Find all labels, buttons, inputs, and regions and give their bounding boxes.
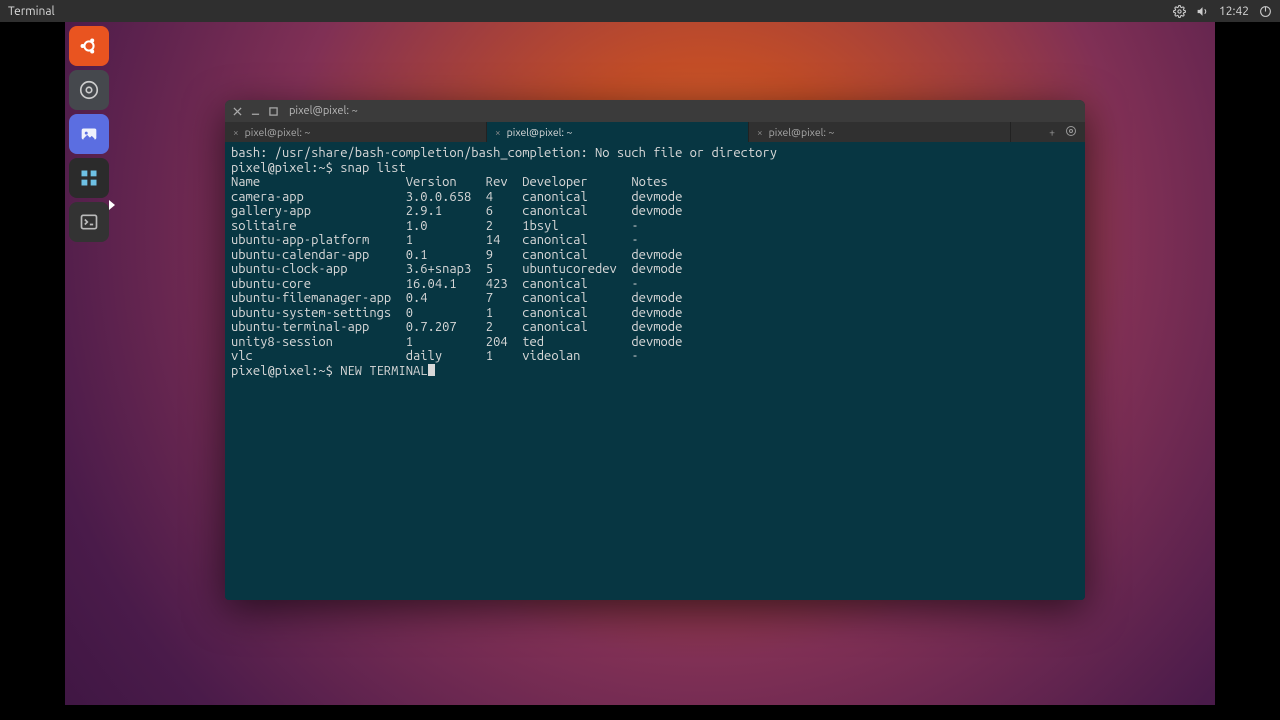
tab-close-icon[interactable]: ×: [233, 127, 239, 138]
launcher-terminal-icon[interactable]: [69, 202, 109, 242]
launcher-tiles-icon[interactable]: [69, 158, 109, 198]
window-title: pixel@pixel: ~: [289, 105, 358, 117]
terminal-tab-2[interactable]: × pixel@pixel: ~: [749, 122, 1011, 142]
window-titlebar[interactable]: pixel@pixel: ~: [225, 100, 1085, 122]
window-maximize-button[interactable]: [267, 105, 279, 117]
terminal-tab-0[interactable]: × pixel@pixel: ~: [225, 122, 487, 142]
tab-close-icon[interactable]: ×: [495, 127, 501, 138]
launcher-settings-icon[interactable]: [69, 70, 109, 110]
panel-app-name: Terminal: [8, 5, 55, 18]
letterbox-right: [1215, 22, 1280, 720]
launcher-ubuntu-icon[interactable]: [69, 26, 109, 66]
top-panel: Terminal 12:42: [0, 0, 1280, 22]
terminal-tabbar: × pixel@pixel: ~ × pixel@pixel: ~ × pixe…: [225, 122, 1085, 142]
tab-label: pixel@pixel: ~: [507, 126, 573, 138]
window-close-button[interactable]: [231, 105, 243, 117]
launcher-gallery-icon[interactable]: [69, 114, 109, 154]
settings-gear-icon[interactable]: [1173, 5, 1186, 18]
letterbox-bottom: [0, 705, 1280, 720]
tab-label: pixel@pixel: ~: [245, 126, 311, 138]
terminal-cursor: [428, 364, 435, 376]
volume-icon[interactable]: [1196, 5, 1209, 18]
tab-close-icon[interactable]: ×: [757, 127, 763, 138]
launcher-active-arrow-icon: [109, 200, 115, 210]
clock[interactable]: 12:42: [1219, 5, 1249, 18]
tab-label: pixel@pixel: ~: [769, 126, 835, 138]
window-minimize-button[interactable]: [249, 105, 261, 117]
new-tab-button[interactable]: +: [1049, 126, 1055, 138]
session-icon[interactable]: [1259, 5, 1272, 18]
terminal-window: pixel@pixel: ~ × pixel@pixel: ~ × pixel@…: [225, 100, 1085, 600]
letterbox-left: [0, 22, 65, 720]
terminal-tab-1[interactable]: × pixel@pixel: ~: [487, 122, 749, 142]
launcher: [65, 22, 113, 242]
terminal-output[interactable]: bash: /usr/share/bash-completion/bash_co…: [225, 142, 1085, 600]
tab-settings-button[interactable]: [1065, 125, 1077, 139]
